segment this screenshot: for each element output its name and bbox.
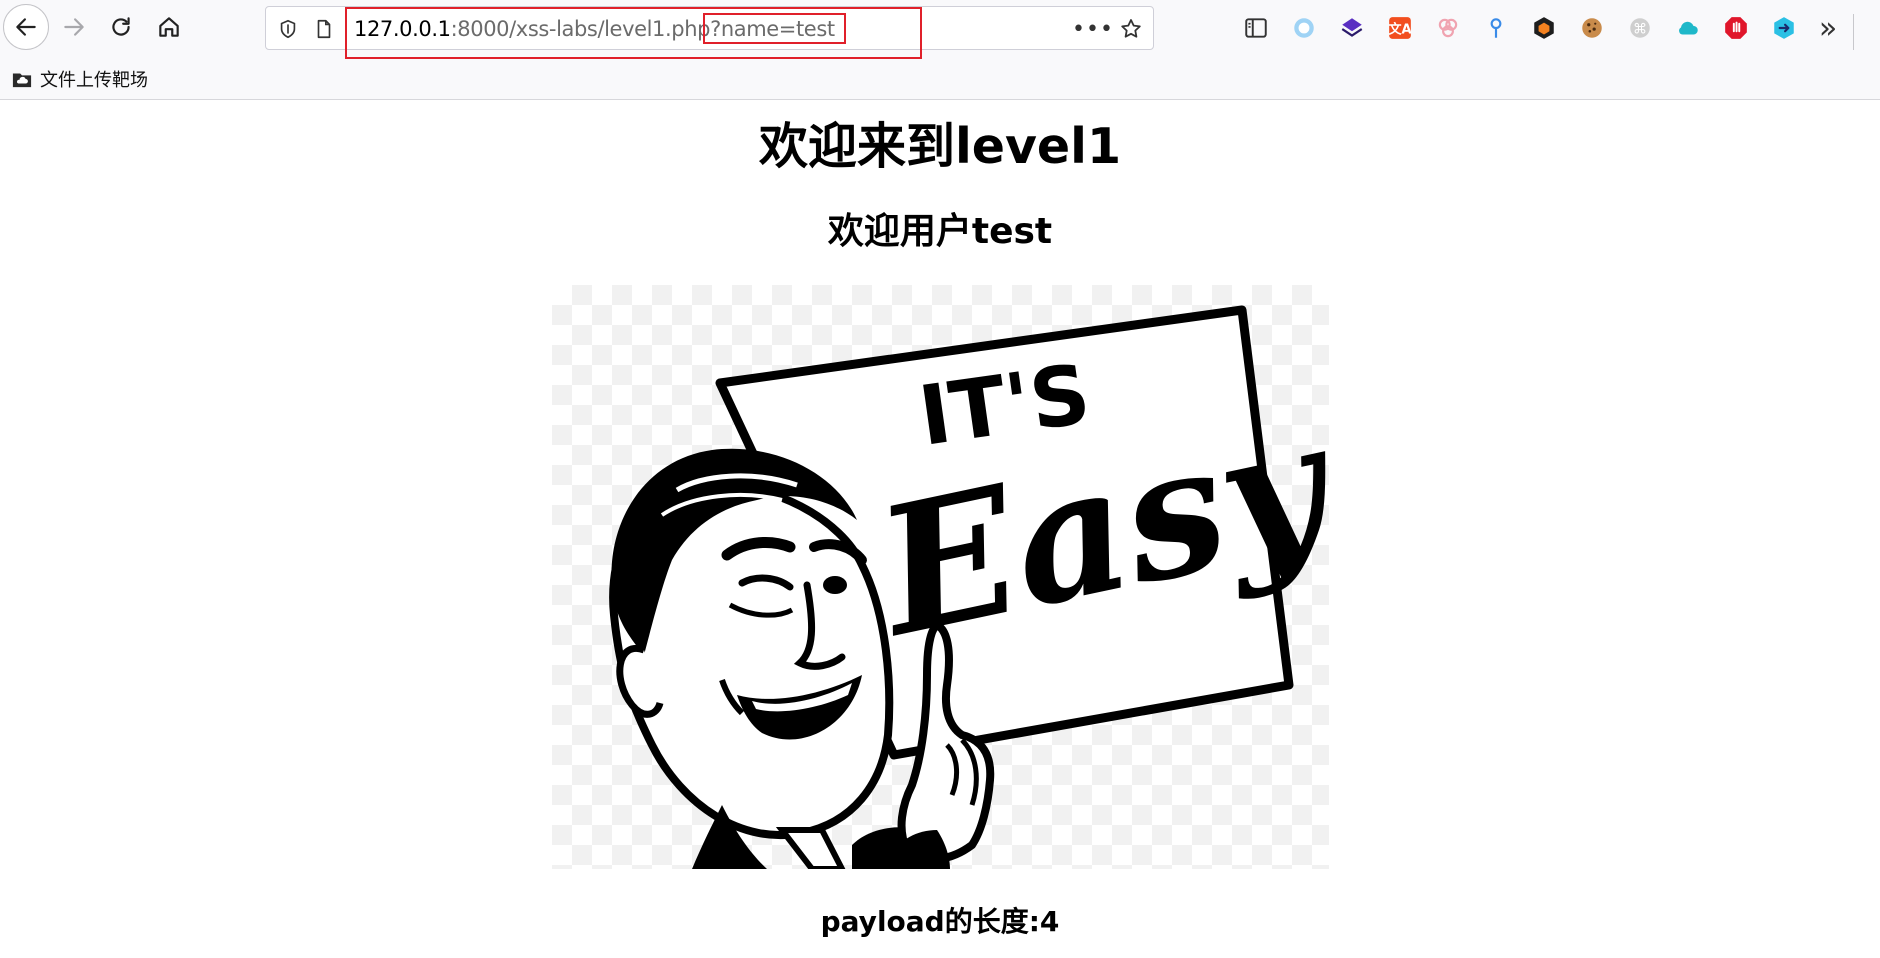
sidebar-icon[interactable]	[1232, 8, 1280, 48]
arrow-right-icon	[64, 18, 84, 36]
stop-hand-extension-icon[interactable]	[1712, 8, 1760, 48]
page-actions-button[interactable]: •••	[1072, 7, 1113, 51]
bookmarks-bar: 文件上传靶场	[0, 62, 156, 96]
command-extension-icon[interactable]: ⌘	[1616, 8, 1664, 48]
url-query: name=test	[720, 17, 835, 41]
url-host: 127.0.0.1	[354, 17, 451, 41]
reload-button[interactable]	[101, 7, 141, 47]
pin-extension-icon[interactable]	[1472, 8, 1520, 48]
shield-extension-icon[interactable]	[1520, 8, 1568, 48]
forward-button[interactable]	[54, 7, 94, 47]
flower-extension-icon[interactable]	[1424, 8, 1472, 48]
bookmark-item[interactable]: 文件上传靶场	[0, 64, 156, 94]
arrow-left-icon	[16, 18, 36, 36]
its-easy-illustration: IT'S Easy	[552, 285, 1329, 869]
toolbar-divider	[1853, 14, 1854, 50]
payload-length-text: payload的长度:4	[820, 905, 1060, 938]
bookmark-label: 文件上传靶场	[40, 70, 148, 91]
page-info-icon[interactable]	[308, 7, 340, 51]
extension-toolbar: 文A ⌘ »	[1232, 8, 1848, 48]
star-icon	[1121, 19, 1141, 38]
home-icon	[159, 17, 179, 37]
home-button[interactable]	[149, 7, 189, 47]
bookmark-star-button[interactable]	[1114, 7, 1148, 51]
page-title: 欢迎来到level1	[758, 118, 1122, 175]
cookie-extension-icon[interactable]	[1568, 8, 1616, 48]
back-button[interactable]	[3, 4, 49, 50]
cartoon-man-sign-image: IT'S Easy	[609, 305, 1329, 869]
url-path: :8000/xss-labs/level1.php?	[450, 17, 722, 41]
browser-toolbar: 127.0.0.1:8000/xss-labs/level1.php?name=…	[0, 0, 1880, 100]
svg-text:文A: 文A	[1388, 21, 1411, 37]
address-bar[interactable]: 127.0.0.1:8000/xss-labs/level1.php?name=…	[265, 6, 1154, 50]
welcome-heading: 欢迎用户test	[827, 211, 1053, 252]
toolbar-overflow-button[interactable]: »	[1808, 8, 1848, 48]
tracking-shield-icon[interactable]	[272, 7, 304, 51]
circle-extension-icon[interactable]	[1280, 8, 1328, 48]
svg-text:⌘: ⌘	[1633, 21, 1647, 37]
url-text[interactable]: 127.0.0.1:8000/xss-labs/level1.php?name=…	[354, 7, 835, 51]
arrow-extension-icon[interactable]	[1760, 8, 1808, 48]
cloud-extension-icon[interactable]	[1664, 8, 1712, 48]
translate-extension-icon[interactable]: 文A	[1376, 8, 1424, 48]
page-content: 欢迎来到level1 欢迎用户test IT'S Easy payload的长度…	[0, 101, 1880, 958]
cloud-folder-icon	[10, 69, 34, 89]
reload-icon	[112, 17, 130, 36]
layers-extension-icon[interactable]	[1328, 8, 1376, 48]
